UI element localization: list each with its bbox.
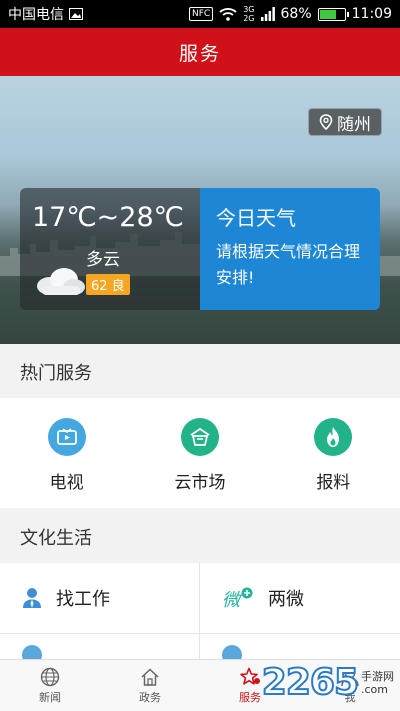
star-icon (240, 667, 260, 685)
culture-item-weibo-wechat[interactable]: 微 两微 (200, 563, 400, 633)
svg-text:微: 微 (222, 590, 243, 609)
location-pin-icon (319, 114, 333, 130)
today-weather-tip: 请根据天气情况合理安排! (216, 242, 361, 287)
network-type: 3G 2G (243, 5, 254, 23)
network-type-top: 3G (243, 5, 255, 14)
watermark-logo-number: 2265 (261, 661, 360, 704)
culture-item-job-label: 找工作 (56, 589, 110, 610)
wifi-icon (219, 8, 237, 21)
grid-divider-horizontal (0, 633, 400, 634)
battery-icon (317, 7, 349, 21)
service-cloud-market[interactable]: 云市场 (133, 398, 266, 508)
temperature-range: 17℃~28℃ (32, 202, 184, 233)
cloud-market-icon (180, 418, 219, 456)
today-weather-title: 今日天气 (216, 206, 296, 230)
air-quality-badge: 62 良 (86, 274, 130, 295)
nav-government-label: 政务 (139, 690, 161, 704)
nav-services-label: 服务 (239, 690, 261, 704)
culture-item-job[interactable]: 找工作 (0, 563, 200, 633)
hot-services-panel: 电视 云市场 报料 (0, 398, 400, 508)
screen: 中国电信 NFC 3G 2G 68% 11:09 服务 随州 17℃~28℃ 多… (0, 0, 400, 711)
nav-news[interactable]: 新闻 (0, 660, 100, 711)
fire-icon (314, 418, 353, 456)
tv-icon (47, 418, 86, 456)
signal-icon (260, 7, 275, 21)
weather-condition: 多云 (86, 250, 120, 270)
nav-government[interactable]: 政务 (100, 660, 200, 711)
service-report[interactable]: 报料 (267, 398, 400, 508)
header-bar: 服务 (0, 28, 400, 76)
clock: 11:09 (351, 6, 392, 22)
weather-card: 17℃~28℃ 多云 62 良 (20, 188, 200, 310)
service-tv[interactable]: 电视 (0, 398, 133, 508)
culture-heading: 文化生活 (0, 511, 400, 563)
battery-fill (319, 9, 336, 19)
weibo-wechat-icon: 微 (222, 587, 253, 609)
city-name: 随州 (337, 114, 371, 135)
weather-banner[interactable]: 随州 17℃~28℃ 多云 62 良 今日天气 请根据天气情况合理安排! (0, 76, 400, 344)
nfc-icon: NFC (189, 7, 214, 21)
culture-item-weibo-wechat-label: 两微 (268, 589, 304, 610)
service-cloud-market-label: 云市场 (174, 473, 226, 493)
culture-grid: 找工作 微 两微 (0, 563, 400, 665)
cloud-icon (37, 268, 85, 295)
watermark-text: 手游网 .com (361, 670, 394, 696)
globe-icon (40, 667, 60, 686)
gallery-notification-icon (69, 8, 83, 20)
page-title: 服务 (178, 42, 221, 65)
network-type-bottom: 2G (243, 14, 255, 23)
hot-services-heading: 热门服务 (0, 346, 400, 398)
home-icon (141, 667, 159, 686)
person-icon (23, 588, 41, 608)
watermark-site: 手游网 (361, 669, 394, 683)
location-button[interactable]: 随州 (308, 108, 382, 136)
status-left: 中国电信 (8, 4, 83, 24)
watermark-suffix: .com (361, 682, 388, 696)
status-bar: 中国电信 NFC 3G 2G 68% 11:09 (0, 0, 400, 28)
carrier-name: 中国电信 (8, 7, 64, 23)
today-weather-card: 今日天气 请根据天气情况合理安排! (200, 188, 380, 310)
site-watermark: 2265 手游网 .com (261, 661, 394, 704)
status-right: NFC 3G 2G 68% 11:09 (189, 5, 392, 23)
service-tv-label: 电视 (49, 473, 84, 493)
battery-percent: 68% (280, 6, 312, 22)
nav-news-label: 新闻 (39, 690, 61, 704)
service-report-label: 报料 (316, 473, 351, 493)
